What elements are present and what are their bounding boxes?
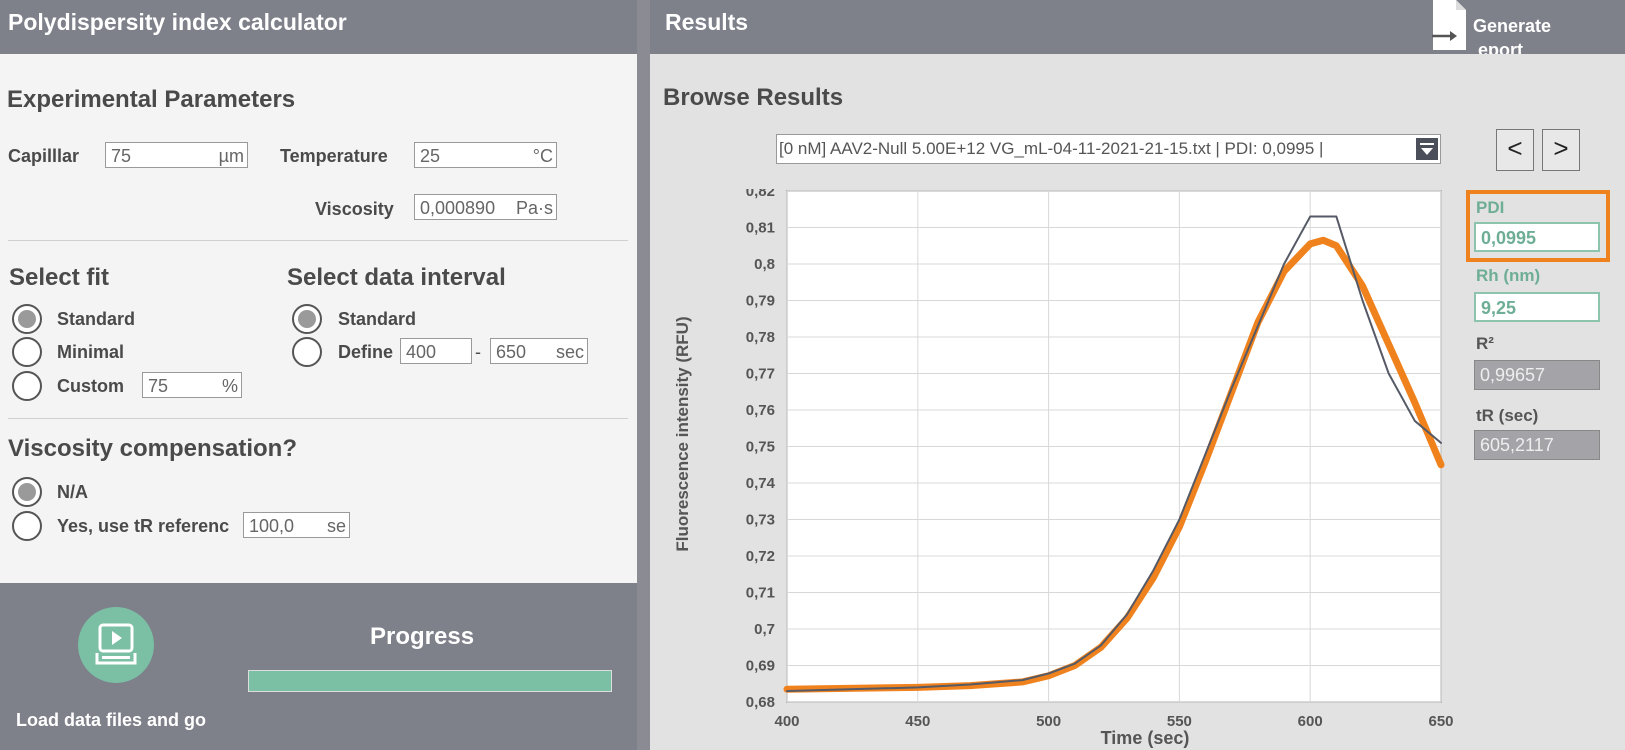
fit-standard-label: Standard (57, 309, 136, 329)
viscosity-input[interactable]: 0,000890 Pa·s (414, 194, 557, 220)
capillar-label: Capilllar (8, 146, 80, 166)
x-tick-label: 400 (774, 713, 799, 730)
viscomp-yes-label: Yes, use tR referenc (57, 516, 230, 536)
x-tick-label: 650 (1428, 713, 1453, 730)
select-fit-title: Select fit (9, 264, 110, 291)
load-data-label: Load data files and go (16, 710, 207, 730)
results-title: Results (665, 9, 749, 35)
fit-standard-radio[interactable] (12, 304, 42, 334)
viscomp-ref-input[interactable]: 100,0 se (243, 512, 350, 538)
y-tick-label: 0,73 (746, 512, 775, 529)
viscomp-na-radio[interactable] (12, 477, 42, 507)
interval-from-input[interactable]: 400 (400, 338, 472, 364)
y-tick-label: 0,8 (754, 256, 775, 273)
divider (8, 418, 628, 419)
r2-label: R² (1476, 334, 1494, 353)
y-tick-label: 0,78 (746, 329, 775, 346)
viscomp-ref-value: 100,0 (249, 516, 295, 536)
interval-to-input[interactable]: 650 sec (490, 338, 588, 364)
temperature-value: 25 (420, 146, 441, 166)
temperature-unit: °C (532, 146, 553, 166)
app-title: Polydispersity index calculator (8, 9, 347, 35)
y-tick-label: 0,77 (746, 366, 775, 383)
fit-custom-value: 75 (148, 376, 169, 396)
capillar-input[interactable]: 75 µm (105, 142, 248, 168)
select-interval-title: Select data interval (287, 264, 506, 291)
viscosity-unit: Pa·s (515, 198, 553, 218)
y-tick-label: 0,7 (754, 621, 775, 638)
interval-unit: sec (555, 342, 584, 362)
interval-dash: - (475, 342, 481, 362)
fit-custom-input[interactable]: 75 % (142, 372, 242, 398)
viscosity-compensation-title: Viscosity compensation? (8, 435, 297, 462)
results-panel: Browse Results [0 nM] AAV2-Null 5.00E+12… (650, 54, 1625, 750)
y-tick-label: 0,74 (746, 475, 776, 492)
fit-minimal-label: Minimal (57, 342, 125, 362)
y-axis-label: Fluorescence intensity (RFU) (673, 316, 692, 551)
viscomp-yes-radio[interactable] (12, 511, 42, 541)
y-tick-label: 0,82 (746, 189, 775, 200)
viscomp-na-label: N/A (57, 482, 88, 502)
left-header: Polydispersity index calculator (0, 0, 637, 54)
rh-label: Rh (nm) (1476, 266, 1541, 285)
capillar-value: 75 (111, 146, 132, 166)
experimental-parameters-title: Experimental Parameters (7, 86, 296, 113)
generate-report-label: Generate (1473, 16, 1552, 36)
y-tick-label: 0,75 (746, 439, 775, 456)
load-data-button[interactable] (78, 607, 154, 683)
report-icon (1432, 0, 1466, 50)
viscomp-ref-unit: se (326, 516, 346, 536)
parameters-panel: Experimental Parameters Capilllar 75 µm … (0, 54, 637, 583)
file-select-value: [0 nM] AAV2-Null 5.00E+12 VG_mL-04-11-20… (779, 139, 1324, 158)
r2-value: 0,99657 (1474, 360, 1600, 390)
rh-value: 9,25 (1474, 292, 1600, 322)
capillar-unit: µm (218, 146, 244, 166)
interval-to-value: 650 (496, 342, 527, 362)
tr-label: tR (sec) (1476, 406, 1539, 425)
interval-define-label: Define (338, 342, 394, 362)
fit-custom-label: Custom (57, 376, 124, 396)
generate-report-label-2: eport (1478, 40, 1523, 54)
pdi-label: PDI (1476, 198, 1505, 217)
browse-results-title: Browse Results (663, 84, 844, 111)
viscosity-label: Viscosity (315, 199, 394, 219)
progress-bar (248, 670, 612, 692)
action-panel: Load data files and go Progress (0, 583, 637, 750)
generate-report-button[interactable]: Generate eport (1430, 0, 1610, 54)
next-button[interactable]: > (1542, 129, 1580, 171)
interval-standard-label: Standard (338, 309, 417, 329)
x-tick-label: 600 (1298, 713, 1323, 730)
y-tick-label: 0,71 (746, 585, 775, 602)
viscosity-value: 0,000890 (420, 198, 496, 218)
right-header: Results Generate eport (650, 0, 1625, 54)
x-axis-label: Time (sec) (1101, 728, 1190, 748)
tr-value: 605,2117 (1474, 430, 1600, 460)
file-select[interactable]: [0 nM] AAV2-Null 5.00E+12 VG_mL-04-11-20… (776, 134, 1441, 164)
fit-custom-unit: % (221, 376, 238, 396)
fit-custom-radio[interactable] (12, 371, 42, 401)
y-tick-label: 0,69 (746, 658, 775, 675)
temperature-input[interactable]: 25 °C (414, 142, 557, 168)
temperature-label: Temperature (280, 146, 388, 166)
y-tick-label: 0,76 (746, 402, 775, 419)
y-tick-label: 0,81 (746, 220, 775, 237)
x-tick-label: 500 (1036, 713, 1061, 730)
y-tick-label: 0,79 (746, 293, 775, 310)
fit-minimal-radio[interactable] (12, 337, 42, 367)
x-tick-label: 450 (905, 713, 930, 730)
interval-from-value: 400 (406, 342, 437, 362)
interval-define-radio[interactable] (292, 337, 322, 367)
y-tick-label: 0,68 (746, 694, 775, 711)
previous-button[interactable]: < (1496, 129, 1534, 171)
chevron-down-icon (1420, 143, 1434, 155)
file-select-dropdown-button[interactable] (1416, 138, 1438, 160)
divider (8, 240, 628, 241)
pdi-value: 0,0995 (1474, 222, 1600, 252)
progress-fill (249, 671, 611, 691)
y-tick-label: 0,72 (746, 548, 775, 565)
interval-standard-radio[interactable] (292, 304, 322, 334)
fluorescence-chart: 0,68 0,69 0,7 0,71 0,72 0,73 0,74 0,75 0,76 0,77 0… (673, 189, 1454, 748)
load-icon (95, 623, 137, 665)
progress-title: Progress (370, 623, 475, 650)
